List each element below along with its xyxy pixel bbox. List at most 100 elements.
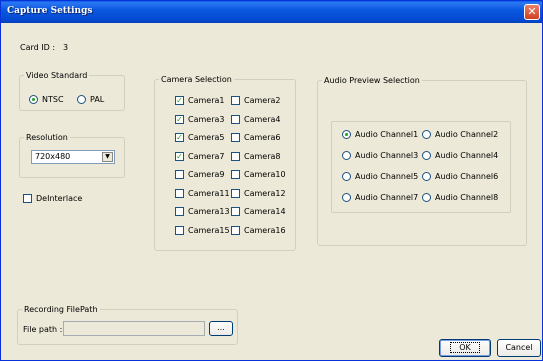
camera-checkbox-label: Camera12 xyxy=(244,188,286,198)
video-standard-group: Video Standard xyxy=(19,71,125,111)
audio-channel-radio-4[interactable]: Audio Channel4 xyxy=(422,151,498,160)
audio-channel-radio-indicator xyxy=(422,151,431,160)
camera-checkbox-6[interactable]: Camera6 xyxy=(231,133,280,142)
audio-channel-label: Audio Channel3 xyxy=(355,151,419,160)
audio-channel-radio-indicator xyxy=(342,172,351,181)
chevron-down-icon[interactable]: ▼ xyxy=(102,152,113,162)
camera-checkbox-box xyxy=(231,207,240,216)
camera-checkbox-label: Camera1 xyxy=(188,96,225,105)
resolution-select[interactable]: 720x480 ▼ xyxy=(31,150,115,164)
camera-checkbox-label: Camera3 xyxy=(188,114,225,124)
camera-checkbox-8[interactable]: Camera8 xyxy=(231,151,281,161)
card-id-value: 3 xyxy=(63,43,69,52)
audio-preview-title: Audio Preview Selection xyxy=(324,76,420,85)
camera-checkbox-box xyxy=(231,188,240,198)
audio-channel-radio-3[interactable]: Audio Channel3 xyxy=(342,151,418,160)
audio-channel-radio-5[interactable]: Audio Channel5 xyxy=(342,172,418,181)
camera-checkbox-label: Camera11 xyxy=(188,188,230,198)
video-standard-title: Video Standard xyxy=(26,71,88,80)
close-icon: ✕ xyxy=(527,5,537,18)
pal-label: PAL xyxy=(90,95,105,104)
camera-selection-title: Camera Selection xyxy=(161,75,232,84)
file-path-label: File path : xyxy=(23,325,63,334)
camera-checkbox-9[interactable]: Camera9 xyxy=(175,170,224,179)
close-button[interactable]: ✕ xyxy=(524,4,540,20)
camera-checkbox-label: Camera13 xyxy=(188,207,230,216)
camera-checkbox-box xyxy=(175,207,184,216)
audio-channel-label: Audio Channel6 xyxy=(435,172,499,181)
camera-checkbox-14[interactable]: Camera14 xyxy=(231,207,286,216)
camera-checkbox-label: Camera7 xyxy=(188,151,225,161)
audio-channel-label: Audio Channel7 xyxy=(355,193,419,202)
camera-checkbox-label: Camera9 xyxy=(188,170,225,179)
ntsc-label: NTSC xyxy=(42,95,64,104)
deinterlace-checkbox-box xyxy=(23,194,32,203)
audio-channel-radio-indicator xyxy=(342,193,351,202)
title-bar[interactable]: Capture Settings ✕ xyxy=(1,1,542,23)
audio-channel-label: Audio Channel1 xyxy=(355,130,419,139)
audio-channel-radio-indicator xyxy=(342,151,351,160)
audio-channel-radio-2[interactable]: Audio Channel2 xyxy=(422,130,498,139)
camera-checkbox-label: Camera10 xyxy=(244,170,286,179)
camera-checkbox-2[interactable]: Camera2 xyxy=(231,96,280,105)
camera-checkbox-7[interactable]: ✓ Camera7 xyxy=(175,151,225,161)
camera-checkbox-box xyxy=(231,114,240,124)
capture-settings-window: Capture Settings ✕ Card ID : 3 Video Sta… xyxy=(0,0,543,361)
browse-button[interactable]: ... xyxy=(209,321,233,336)
resolution-value: 720x480 xyxy=(35,152,71,161)
camera-checkbox-1[interactable]: ✓ Camera1 xyxy=(175,96,224,105)
camera-checkbox-3[interactable]: ✓ Camera3 xyxy=(175,114,225,124)
audio-channel-label: Audio Channel5 xyxy=(355,172,419,181)
card-id-label: Card ID : xyxy=(20,43,56,52)
camera-checkbox-label: Camera8 xyxy=(244,151,281,161)
camera-checkbox-box: ✓ xyxy=(175,133,184,142)
deinterlace-checkbox[interactable]: DeInterlace xyxy=(23,194,82,203)
audio-channel-radio-indicator xyxy=(422,130,431,139)
audio-channel-radio-1[interactable]: Audio Channel1 xyxy=(342,130,418,139)
camera-checkbox-13[interactable]: Camera13 xyxy=(175,207,230,216)
camera-checkbox-box xyxy=(231,133,240,142)
camera-checkbox-box xyxy=(231,96,240,105)
camera-checkbox-15[interactable]: Camera15 xyxy=(175,225,230,235)
audio-channel-radio-6[interactable]: Audio Channel6 xyxy=(422,172,498,181)
camera-checkbox-box xyxy=(175,188,184,198)
camera-checkbox-label: Camera6 xyxy=(244,133,281,142)
camera-checkbox-label: Camera2 xyxy=(244,96,281,105)
camera-checkbox-box: ✓ xyxy=(175,114,184,124)
camera-checkbox-box xyxy=(175,170,184,179)
pal-radio-indicator xyxy=(77,95,86,104)
camera-checkbox-box xyxy=(231,225,240,235)
recording-filepath-title: Recording FilePath xyxy=(24,305,98,314)
camera-checkbox-16[interactable]: Camera16 xyxy=(231,225,286,235)
camera-checkbox-10[interactable]: Camera10 xyxy=(231,170,286,179)
camera-checkbox-box xyxy=(231,170,240,179)
audio-channel-radio-indicator xyxy=(422,193,431,202)
camera-checkbox-box: ✓ xyxy=(175,96,184,105)
audio-channel-radio-7[interactable]: Audio Channel7 xyxy=(342,193,418,202)
camera-checkbox-box: ✓ xyxy=(175,151,184,161)
ntsc-radio[interactable]: NTSC xyxy=(29,95,64,104)
camera-checkbox-label: Camera14 xyxy=(244,207,286,216)
ok-button[interactable]: OK xyxy=(439,339,491,357)
camera-checkbox-box xyxy=(231,151,240,161)
audio-channel-label: Audio Channel8 xyxy=(435,193,499,202)
resolution-title: Resolution xyxy=(26,133,68,142)
cancel-button[interactable]: Cancel xyxy=(497,339,541,357)
deinterlace-label: DeInterlace xyxy=(36,194,83,203)
camera-checkbox-box xyxy=(175,225,184,235)
pal-radio[interactable]: PAL xyxy=(77,95,104,104)
camera-checkbox-label: Camera16 xyxy=(244,225,286,235)
camera-checkbox-11[interactable]: Camera11 xyxy=(175,188,230,198)
audio-channel-radio-8[interactable]: Audio Channel8 xyxy=(422,193,498,202)
camera-checkbox-5[interactable]: ✓ Camera5 xyxy=(175,133,224,142)
audio-channel-label: Audio Channel4 xyxy=(435,151,499,160)
camera-checkbox-4[interactable]: Camera4 xyxy=(231,114,281,124)
audio-channel-radio-indicator xyxy=(422,172,431,181)
window-title: Capture Settings xyxy=(7,6,93,16)
camera-checkbox-label: Camera4 xyxy=(244,114,281,124)
camera-checkbox-12[interactable]: Camera12 xyxy=(231,188,286,198)
file-path-input[interactable] xyxy=(63,321,205,336)
ntsc-radio-indicator xyxy=(29,95,38,104)
camera-checkbox-label: Camera5 xyxy=(188,133,225,142)
audio-channel-label: Audio Channel2 xyxy=(435,130,499,139)
